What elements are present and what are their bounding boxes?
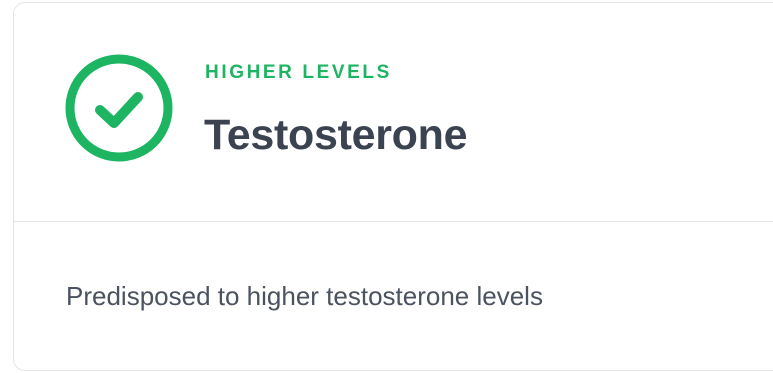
trait-card: HIGHER LEVELS Testosterone Predisposed t… <box>13 2 773 371</box>
trait-card-header: HIGHER LEVELS Testosterone <box>14 3 773 222</box>
check-circle-icon <box>65 54 173 162</box>
trait-description: Predisposed to higher testosterone level… <box>66 281 543 311</box>
trait-title: Testosterone <box>204 111 468 159</box>
status-label: HIGHER LEVELS <box>205 62 392 83</box>
